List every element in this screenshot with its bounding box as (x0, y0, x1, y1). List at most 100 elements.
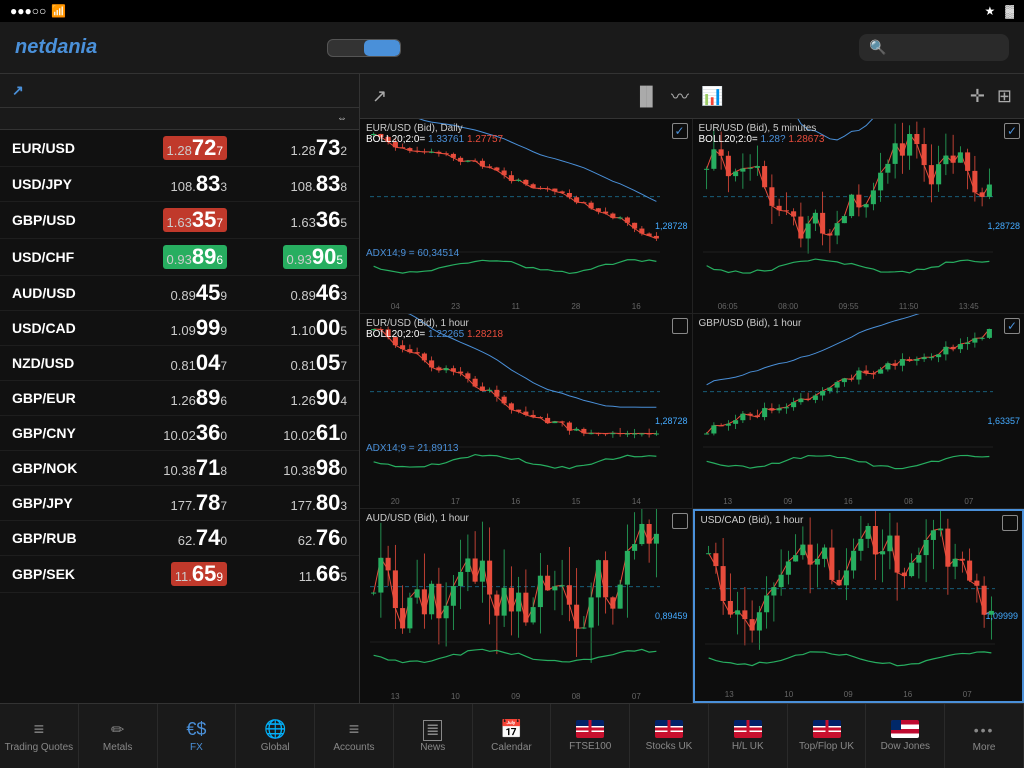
tab-label-news: News (420, 742, 445, 753)
quotes-table: EUR/USD 1.28727 1.28732 USD/JPY 108.833 … (0, 130, 359, 703)
tab-stocks-uk[interactable]: Stocks UK (630, 704, 709, 768)
main-content: ↗ ⇔ EUR/USD 1.28727 1.28732 USD/JPY 1 (0, 74, 1024, 703)
signal-icon: ●●●○○ (10, 4, 46, 18)
bid-price: 0.93896 (107, 245, 227, 269)
chart-cell-chart3[interactable]: EUR/USD (Bid), 1 hour BOLL20;2:0= 1.2226… (360, 314, 692, 508)
chart-svg (695, 511, 1023, 701)
tab-calendar[interactable]: 📅 Calendar (473, 704, 552, 768)
chart-cell-chart4[interactable]: GBP/USD (Bid), 1 hour 1,63357 1309160807 (693, 314, 1024, 508)
tab-icon-dow-jones (891, 720, 919, 738)
bid-price: 1.63357 (107, 208, 227, 232)
tab-global[interactable]: 🌐 Global (236, 704, 315, 768)
app-logo: netdania (15, 36, 97, 59)
name-header (12, 113, 107, 124)
bluetooth-icon: ★ (984, 4, 995, 18)
battery-icon: ▓ (1005, 4, 1014, 18)
pair-name: GBP/RUB (12, 530, 107, 546)
bar-chart-icon[interactable]: ▐▌ (633, 86, 659, 107)
tab-dow-jones[interactable]: Dow Jones (866, 704, 945, 768)
tab-news[interactable]: ≣ News (394, 704, 473, 768)
ask-header: ⇔ (227, 113, 347, 124)
ask-price: 11.665 (227, 563, 347, 585)
crosshair-icon[interactable]: ✛ (970, 86, 985, 107)
chart-checkbox[interactable] (672, 123, 688, 139)
top-nav: netdania 🔍 (0, 22, 1024, 74)
column-headers: ⇔ (0, 108, 359, 130)
chart-cell-chart6[interactable]: USD/CAD (Bid), 1 hour 1,09999 1310091607 (693, 509, 1024, 703)
chart-cell-chart1[interactable]: EUR/USD (Bid), Daily BOLL20;2:0= 1.33761… (360, 119, 692, 313)
quote-row[interactable]: GBP/USD 1.63357 1.63365 (0, 202, 359, 239)
tab-icon-news: ≣ (423, 719, 442, 739)
chart-x-axis: 06:0508:0009:5511:5013:45 (693, 302, 1005, 311)
pair-name: USD/JPY (12, 176, 107, 192)
tab-metals[interactable]: ✏ Metals (79, 704, 158, 768)
quote-mode-button[interactable] (328, 40, 364, 56)
bid-header (107, 113, 227, 124)
chart-label: EUR/USD (Bid), Daily BOLL20;2:0= 1.33761… (366, 123, 503, 145)
tab-accounts[interactable]: ≡ Accounts (315, 704, 394, 768)
ask-price: 10.38980 (227, 457, 347, 479)
chart-cell-chart2[interactable]: EUR/USD (Bid), 5 minutes BOLL20;2:0= 1.2… (693, 119, 1024, 313)
chart-x-axis: 1310091607 (695, 690, 1003, 699)
chart-cell-chart5[interactable]: AUD/USD (Bid), 1 hour 0,89459 1310090807 (360, 509, 692, 703)
chart-checkbox[interactable] (1002, 515, 1018, 531)
pair-name: GBP/NOK (12, 460, 107, 476)
tab-label-metals: Metals (103, 742, 132, 753)
tab-hl-uk[interactable]: H/L UK (709, 704, 788, 768)
chart-bottom-label: ADX14;9 = 60,34514 (366, 248, 459, 259)
grid-icon[interactable]: ⊞ (997, 86, 1012, 107)
ask-price: 108.838 (227, 173, 347, 195)
tab-icon-hl-uk (734, 720, 762, 738)
chart-svg (693, 314, 1024, 508)
quote-row[interactable]: USD/CHF 0.93896 0.93905 (0, 239, 359, 276)
bid-price: 11.659 (107, 562, 227, 586)
ask-price: 1.26904 (227, 387, 347, 409)
quote-row[interactable]: AUD/USD 0.89459 0.89463 (0, 276, 359, 311)
bid-price: 108.833 (107, 173, 227, 195)
pair-name: GBP/EUR (12, 390, 107, 406)
quote-row[interactable]: GBP/JPY 177.787 177.803 (0, 486, 359, 521)
quote-row[interactable]: EUR/USD 1.28727 1.28732 (0, 130, 359, 167)
fx-panel-header: ↗ (0, 74, 359, 108)
chart-price-level: 1,63357 (987, 416, 1020, 426)
chart-label: USD/CAD (Bid), 1 hour (701, 515, 804, 526)
tab-fx[interactable]: €$ FX (158, 704, 237, 768)
quote-row[interactable]: GBP/RUB 62.740 62.760 (0, 521, 359, 556)
ask-price: 0.81057 (227, 352, 347, 374)
tab-ftse100[interactable]: FTSE100 (551, 704, 630, 768)
quote-row[interactable]: GBP/EUR 1.26896 1.26904 (0, 381, 359, 416)
status-bar: ●●●○○ 📶 ★ ▓ (0, 0, 1024, 22)
chart-checkbox[interactable] (672, 513, 688, 529)
chart-mode-button[interactable] (364, 40, 400, 56)
ask-price: 1.28732 (227, 137, 347, 159)
chart-bottom-label: ADX14;9 = 21,89113 (366, 443, 458, 454)
quote-row[interactable]: GBP/SEK 11.659 11.665 (0, 556, 359, 593)
chart-svg (693, 119, 1024, 313)
ask-price: 0.89463 (227, 282, 347, 304)
chart-checkbox[interactable] (1004, 123, 1020, 139)
quote-row[interactable]: USD/JPY 108.833 108.838 (0, 167, 359, 202)
chart-x-axis: 2017161514 (360, 497, 672, 506)
tab-icon-ftse100 (576, 720, 604, 738)
tab-more[interactable]: ••• More (945, 704, 1024, 768)
search-box[interactable]: 🔍 (859, 34, 1009, 61)
line-chart-icon[interactable]: 〰 (671, 83, 689, 109)
sort-icon: ⇔ (337, 113, 347, 124)
quote-row[interactable]: GBP/NOK 10.38718 10.38980 (0, 451, 359, 486)
quote-row[interactable]: USD/CAD 1.09999 1.10005 (0, 311, 359, 346)
tab-topflop-uk[interactable]: Top/Flop UK (788, 704, 867, 768)
chart-checkbox[interactable] (672, 318, 688, 334)
ask-price: 1.63365 (227, 209, 347, 231)
candlestick-icon[interactable]: 📊 (701, 86, 723, 107)
tab-icon-fx: €$ (186, 719, 206, 739)
pair-name: GBP/SEK (12, 566, 107, 582)
chart-checkbox[interactable] (1004, 318, 1020, 334)
quote-row[interactable]: NZD/USD 0.81047 0.81057 (0, 346, 359, 381)
pair-name: EUR/USD (12, 140, 107, 156)
tab-icon-calendar: 📅 (500, 719, 522, 739)
expand-icon[interactable]: ↗ (372, 86, 387, 107)
quote-row[interactable]: GBP/CNY 10.02360 10.02610 (0, 416, 359, 451)
tab-trading-quotes[interactable]: ≡ Trading Quotes (0, 704, 79, 768)
tab-label-hl-uk: H/L UK (732, 741, 764, 752)
tab-icon-global: 🌐 (264, 719, 286, 739)
